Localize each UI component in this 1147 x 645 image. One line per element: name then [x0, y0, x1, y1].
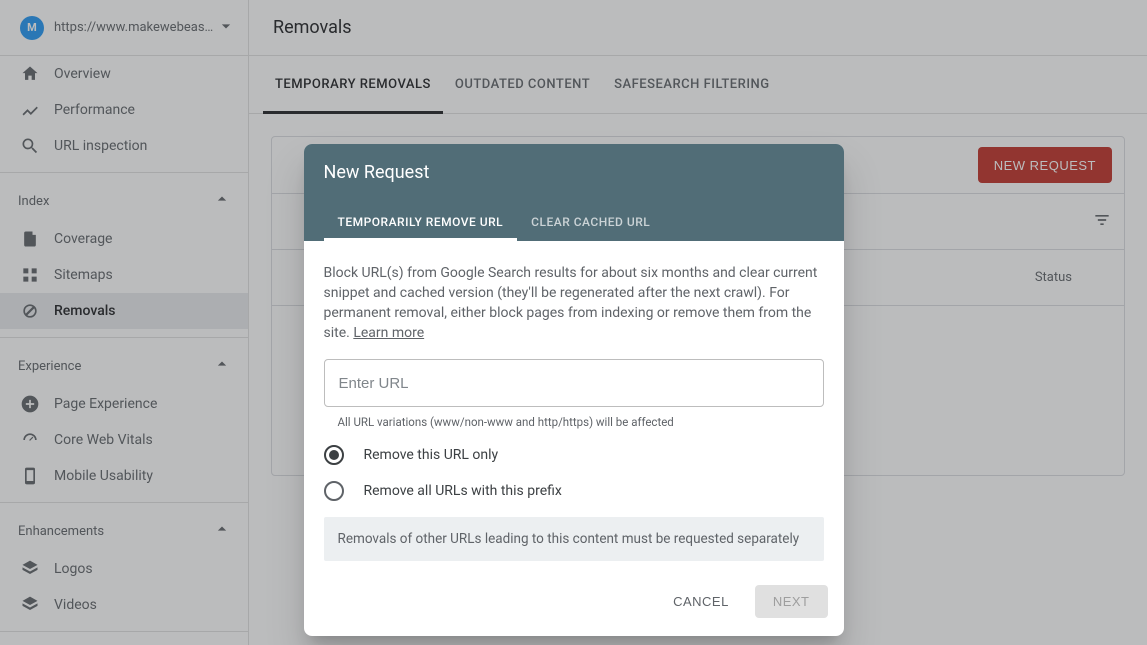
radio-label: Remove this URL only	[364, 447, 499, 463]
dialog-tab-clear-cached[interactable]: CLEAR CACHED URL	[517, 201, 664, 241]
next-button[interactable]: NEXT	[755, 585, 828, 618]
cancel-button[interactable]: CANCEL	[665, 586, 737, 617]
radio-icon	[324, 445, 344, 465]
dialog-tabs: TEMPORARILY REMOVE URL CLEAR CACHED URL	[324, 201, 824, 241]
radio-icon	[324, 481, 344, 501]
dialog-body: Block URL(s) from Google Search results …	[304, 241, 844, 571]
info-banner: Removals of other URLs leading to this c…	[324, 517, 824, 561]
new-request-dialog: New Request TEMPORARILY REMOVE URL CLEAR…	[304, 144, 844, 636]
radio-remove-prefix[interactable]: Remove all URLs with this prefix	[324, 481, 824, 501]
dialog-header: New Request TEMPORARILY REMOVE URL CLEAR…	[304, 144, 844, 241]
url-input-wrapper[interactable]	[324, 359, 824, 407]
dialog-title: New Request	[324, 162, 824, 183]
url-helper-text: All URL variations (www/non-www and http…	[338, 415, 824, 429]
dialog-tab-temporarily-remove[interactable]: TEMPORARILY REMOVE URL	[324, 201, 518, 241]
url-input[interactable]	[339, 375, 809, 392]
modal-overlay[interactable]: New Request TEMPORARILY REMOVE URL CLEAR…	[0, 0, 1147, 645]
learn-more-link[interactable]: Learn more	[353, 325, 424, 341]
dialog-actions: CANCEL NEXT	[304, 571, 844, 636]
radio-remove-url-only[interactable]: Remove this URL only	[324, 445, 824, 465]
radio-label: Remove all URLs with this prefix	[364, 483, 562, 499]
dialog-description: Block URL(s) from Google Search results …	[324, 263, 824, 343]
